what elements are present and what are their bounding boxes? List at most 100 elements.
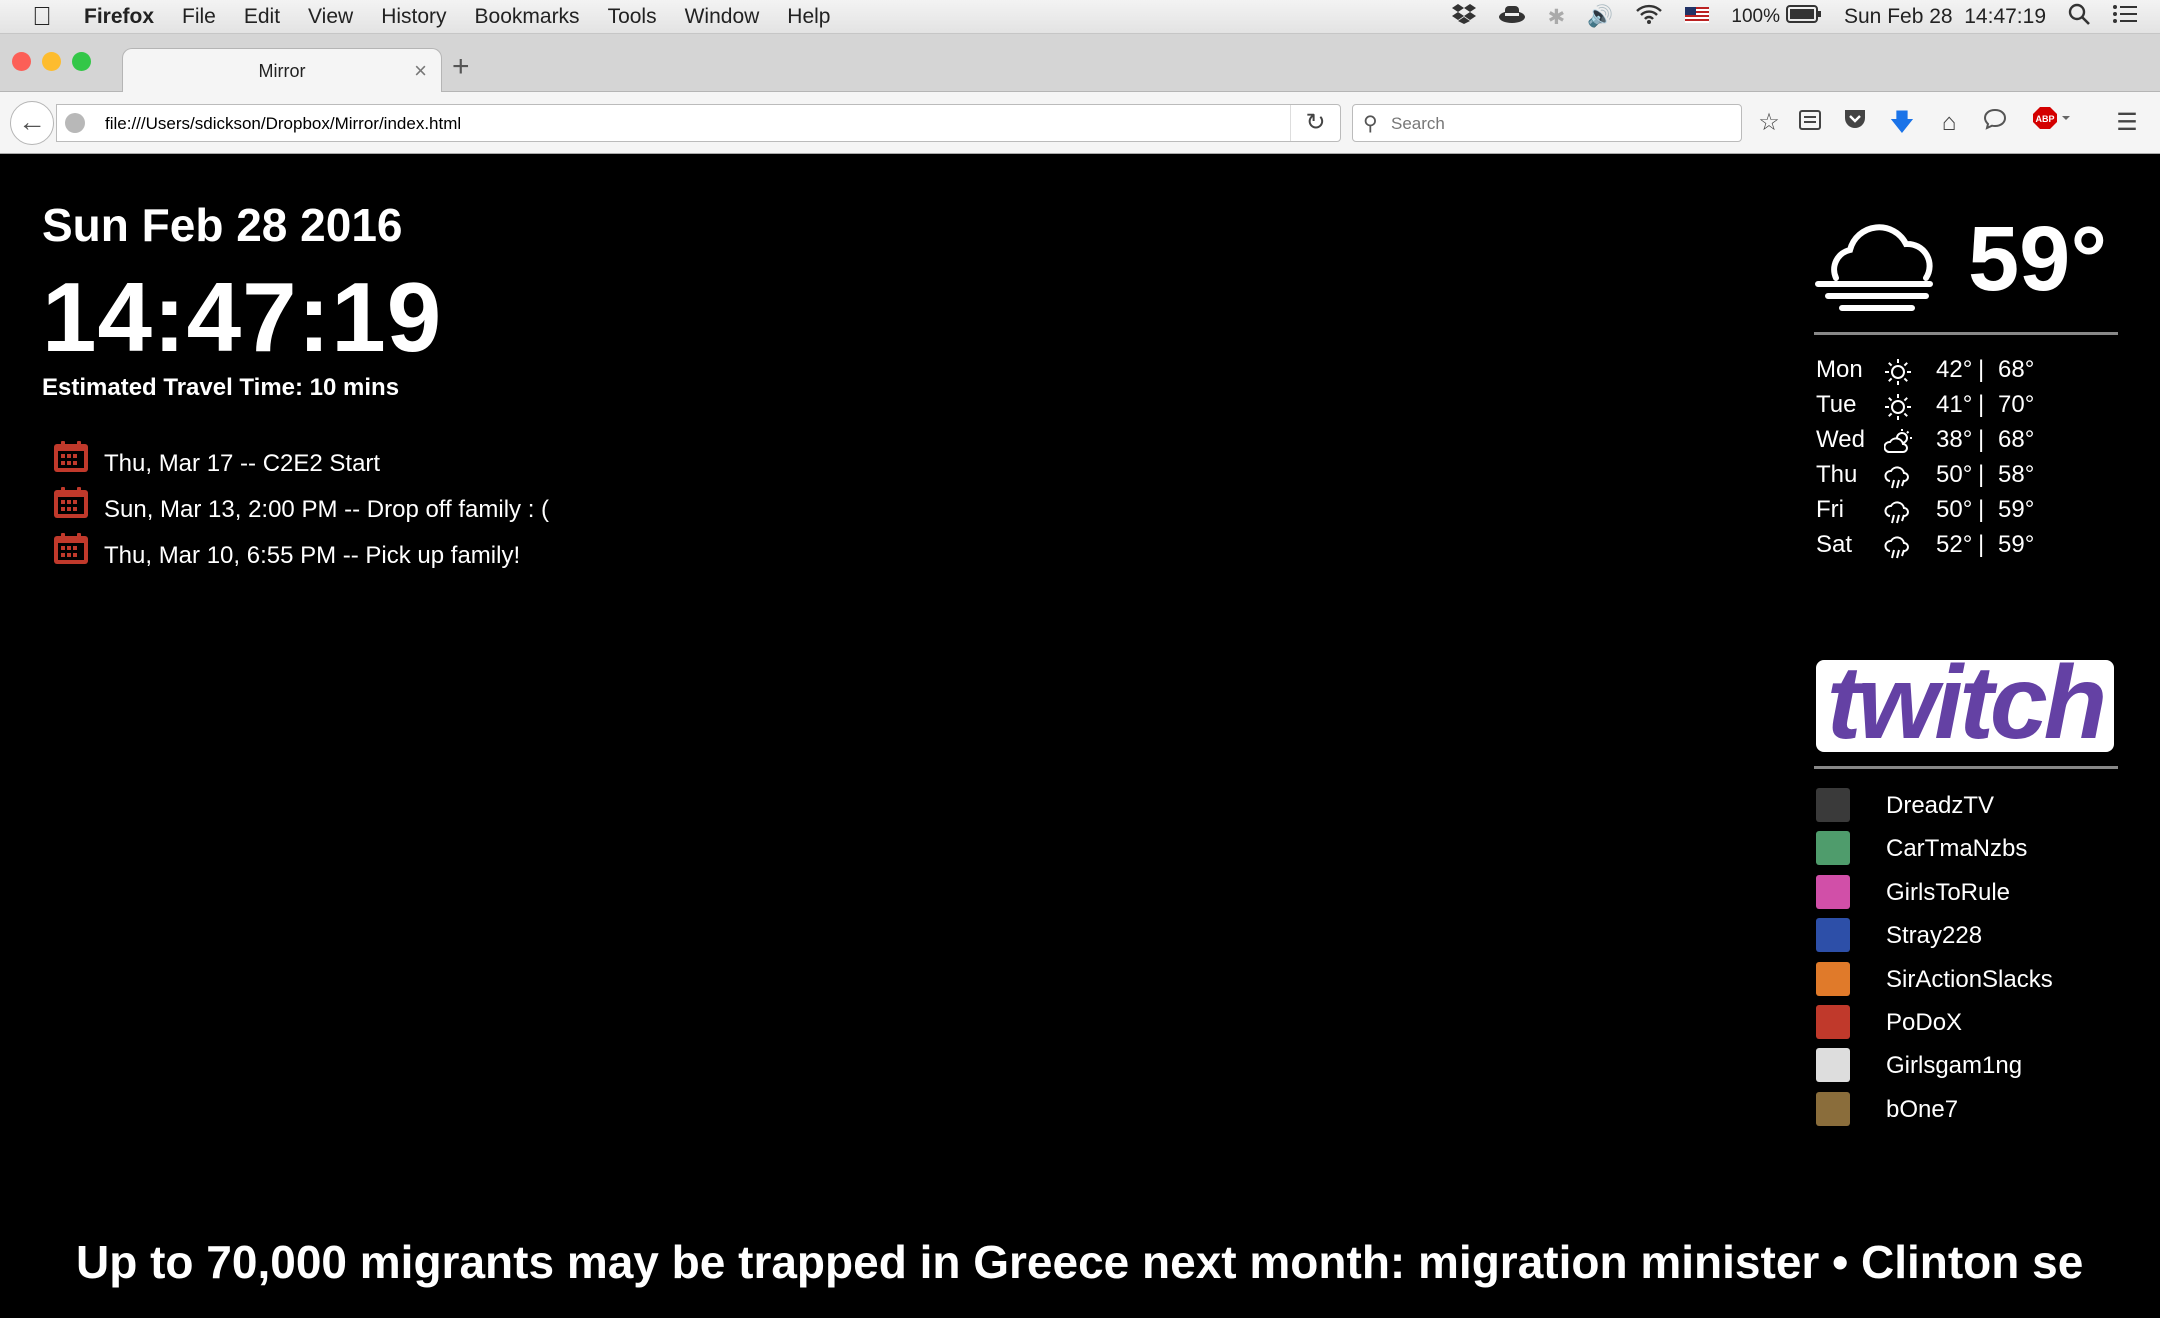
event-text: Thu, Mar 10, 6:55 PM -- Pick up family! bbox=[104, 542, 521, 569]
menu-app-name[interactable]: Firefox bbox=[84, 5, 154, 29]
forecast-high: 68° bbox=[1998, 356, 2035, 383]
streamer-item[interactable]: CarTmaNzbs bbox=[1814, 827, 2118, 870]
streamer-name: GirlsToRule bbox=[1886, 878, 2011, 906]
menu-window[interactable]: Window bbox=[685, 5, 760, 29]
menu-help[interactable]: Help bbox=[787, 5, 830, 29]
svg-text:ABP: ABP bbox=[2035, 114, 2054, 124]
mirror-clock: 14:47:19 bbox=[42, 262, 443, 372]
menu-edit[interactable]: Edit bbox=[244, 5, 280, 29]
home-icon[interactable]: ⌂ bbox=[1932, 104, 1966, 142]
reload-icon[interactable]: ↻ bbox=[1290, 105, 1340, 141]
forecast-high: 59° bbox=[1998, 496, 2035, 523]
forecast-day: Wed bbox=[1816, 426, 1865, 453]
sun-icon bbox=[1885, 359, 1911, 385]
forecast-high: 59° bbox=[1998, 531, 2035, 558]
tab-mirror[interactable]: Mirror × bbox=[122, 48, 442, 93]
chat-icon[interactable] bbox=[1978, 104, 2012, 142]
calendar-icon bbox=[54, 533, 88, 564]
battery-icon[interactable] bbox=[1786, 5, 1822, 29]
window-zoom-button[interactable] bbox=[72, 52, 91, 71]
weather-divider bbox=[1814, 332, 2118, 335]
streamer-avatar bbox=[1816, 874, 1850, 909]
menu-history[interactable]: History bbox=[381, 5, 446, 29]
adblock-icon[interactable]: ABP bbox=[2030, 104, 2074, 142]
streamer-item[interactable]: DreadzTV bbox=[1814, 784, 2118, 827]
twitch-divider bbox=[1814, 766, 2118, 769]
forecast-row: Sat 52° | 59° bbox=[1814, 527, 2118, 562]
rain-icon bbox=[1884, 501, 1909, 524]
tab-title: Mirror bbox=[258, 61, 306, 81]
menu-view[interactable]: View bbox=[308, 5, 353, 29]
battery-percent: 100% bbox=[1731, 6, 1780, 27]
streamer-item[interactable]: GirlsToRule bbox=[1814, 871, 2118, 914]
streamer-avatar bbox=[1816, 1091, 1850, 1126]
tab-close-icon[interactable]: × bbox=[414, 58, 427, 84]
forecast-separator: | bbox=[1978, 531, 1985, 558]
navigation-toolbar: ← file:///Users/sdickson/Dropbox/Mirror/… bbox=[0, 92, 2160, 154]
forecast-high: 58° bbox=[1998, 461, 2035, 488]
forecast-row: Thu 50° | 58° bbox=[1814, 457, 2118, 492]
calendar-icon bbox=[54, 441, 88, 472]
streamer-avatar bbox=[1816, 1004, 1850, 1039]
streamer-avatar bbox=[1816, 831, 1850, 866]
streamer-name: SirActionSlacks bbox=[1886, 965, 2053, 993]
streamer-list: DreadzTV CarTmaNzbs GirlsToRule Stray228… bbox=[1814, 784, 2118, 1131]
menu-bookmarks[interactable]: Bookmarks bbox=[475, 5, 580, 29]
partly-cloudy-icon bbox=[1884, 429, 1912, 453]
streamer-item[interactable]: SirActionSlacks bbox=[1814, 958, 2118, 1001]
streamer-item[interactable]: Girlsgam1ng bbox=[1814, 1044, 2118, 1087]
apple-menu-icon[interactable]:  bbox=[0, 1, 84, 32]
downloads-icon[interactable]: 🡇 bbox=[1885, 104, 1919, 142]
us-flag-icon[interactable] bbox=[1685, 5, 1710, 29]
search-placeholder: Search bbox=[1391, 114, 1445, 133]
streamer-item[interactable]: Stray228 bbox=[1814, 914, 2118, 957]
tab-strip: Mirror × + bbox=[0, 34, 2160, 93]
forecast-day: Thu bbox=[1816, 461, 1858, 488]
menu-file[interactable]: File bbox=[182, 5, 216, 29]
forecast-row: Fri 50° | 59° bbox=[1814, 492, 2118, 527]
twitch-logo-text: twitch bbox=[1827, 654, 2104, 758]
forecast-separator: | bbox=[1978, 426, 1985, 453]
event-text: Thu, Mar 17 -- C2E2 Start bbox=[104, 450, 381, 477]
window-close-button[interactable] bbox=[12, 52, 31, 71]
dropbox-icon[interactable] bbox=[1451, 3, 1476, 31]
event-text: Sun, Mar 13, 2:00 PM -- Drop off family … bbox=[104, 496, 550, 523]
bookmarks-list-icon[interactable] bbox=[1793, 104, 1827, 142]
bookmark-star-icon[interactable]: ☆ bbox=[1752, 104, 1786, 142]
forecast-low: 52° bbox=[1936, 531, 1973, 558]
window-minimize-button[interactable] bbox=[42, 52, 61, 71]
forecast-high: 68° bbox=[1998, 426, 2035, 453]
spotlight-icon[interactable] bbox=[2068, 3, 2090, 31]
back-button[interactable]: ← bbox=[10, 101, 54, 145]
forecast-low: 38° bbox=[1936, 426, 1973, 453]
menu-extras: ✱ 🔊 100% Sun Feb 28 14:47:19 bbox=[1451, 0, 2160, 34]
forecast-high: 70° bbox=[1998, 391, 2035, 418]
hamburger-menu-icon[interactable]: ☰ bbox=[2110, 104, 2144, 142]
globe-icon[interactable] bbox=[65, 113, 85, 133]
address-bar[interactable]: file:///Users/sdickson/Dropbox/Mirror/in… bbox=[56, 104, 1341, 142]
volume-icon[interactable]: 🔊 bbox=[1587, 5, 1613, 29]
cloudy-windy-icon bbox=[1815, 224, 1933, 311]
forecast-row: Tue 41° | 70° bbox=[1814, 387, 2118, 422]
menu-tools[interactable]: Tools bbox=[608, 5, 657, 29]
rain-icon bbox=[1884, 466, 1909, 489]
hat-icon[interactable] bbox=[1498, 3, 1526, 31]
url-text[interactable]: file:///Users/sdickson/Dropbox/Mirror/in… bbox=[105, 114, 461, 134]
streamer-item[interactable]: bOne7 bbox=[1814, 1088, 2118, 1131]
new-tab-button[interactable]: + bbox=[452, 50, 470, 84]
streamer-avatar bbox=[1816, 918, 1850, 953]
streamer-avatar bbox=[1816, 1048, 1850, 1083]
twitch-logo: twitch bbox=[1816, 654, 2114, 758]
forecast-table: Mon 42° | 68° Tue 41° | 70° Wed 38° | 68… bbox=[1814, 352, 2118, 562]
macos-menu-bar:  Firefox File Edit View History Bookmar… bbox=[0, 0, 2160, 34]
search-input[interactable]: ⚲ Search bbox=[1352, 104, 1742, 142]
travel-time: Estimated Travel Time: 10 mins bbox=[42, 374, 400, 401]
pocket-icon[interactable] bbox=[1838, 104, 1872, 142]
wifi-icon[interactable] bbox=[1635, 3, 1663, 31]
streamer-item[interactable]: PoDoX bbox=[1814, 1001, 2118, 1044]
streamer-name: DreadzTV bbox=[1886, 792, 1995, 819]
notification-center-icon[interactable] bbox=[2112, 4, 2138, 30]
mirror-page: Sun Feb 28 2016 14:47:19 Estimated Trave… bbox=[0, 154, 2160, 1318]
bluetooth-icon[interactable]: ✱ bbox=[1548, 5, 1566, 30]
menubar-clock[interactable]: Sun Feb 28 14:47:19 bbox=[1844, 5, 2046, 29]
